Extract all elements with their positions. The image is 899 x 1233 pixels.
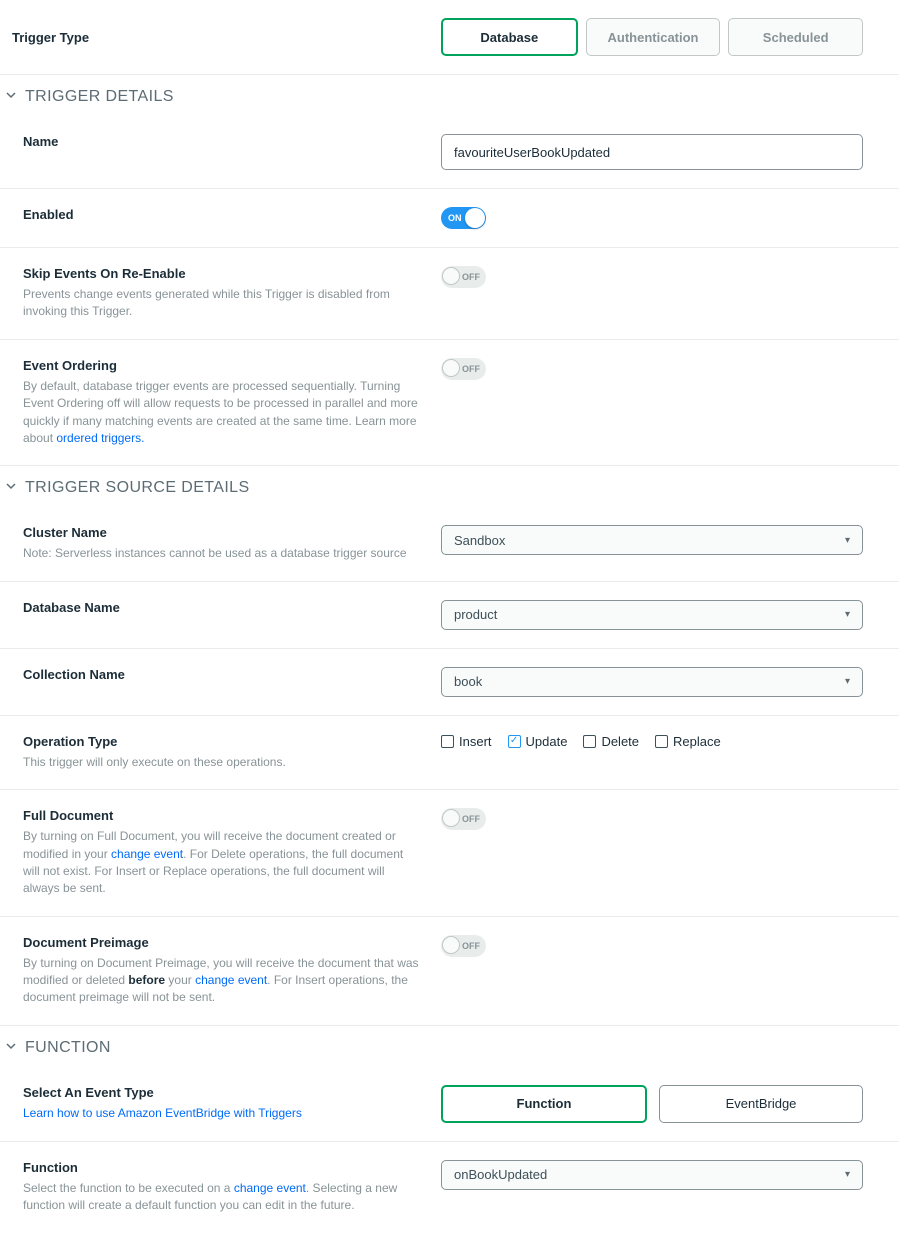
- section-trigger-details[interactable]: TRIGGER DETAILS: [0, 75, 899, 116]
- skip-events-desc: Prevents change events generated while t…: [23, 286, 421, 321]
- op-insert[interactable]: Insert: [441, 734, 492, 749]
- enabled-label: Enabled: [23, 207, 74, 222]
- eventbridge-help-link[interactable]: Learn how to use Amazon EventBridge with…: [23, 1106, 302, 1120]
- section-function[interactable]: FUNCTION: [0, 1026, 899, 1067]
- trigger-type-authentication[interactable]: Authentication: [586, 18, 721, 56]
- caret-down-icon: ▾: [845, 535, 850, 546]
- toggle-knob: [442, 809, 460, 827]
- ordered-triggers-link[interactable]: ordered triggers.: [56, 431, 144, 445]
- event-type-eventbridge[interactable]: EventBridge: [659, 1085, 863, 1123]
- caret-down-icon: ▾: [845, 676, 850, 687]
- function-desc: Select the function to be executed on a …: [23, 1180, 421, 1215]
- name-input[interactable]: [441, 134, 863, 170]
- row-skip-events: Skip Events On Re-Enable Prevents change…: [0, 248, 899, 340]
- row-operation-type: Operation Type This trigger will only ex…: [0, 716, 899, 790]
- select-value: product: [454, 607, 497, 622]
- full-document-label: Full Document: [23, 808, 421, 823]
- op-delete[interactable]: Delete: [583, 734, 639, 749]
- section-title: FUNCTION: [25, 1039, 111, 1057]
- trigger-type-row: Trigger Type Database Authentication Sch…: [0, 0, 899, 75]
- toggle-off-text: OFF: [462, 272, 480, 282]
- change-event-link[interactable]: change event: [111, 847, 183, 861]
- function-select[interactable]: onBookUpdated ▾: [441, 1160, 863, 1190]
- select-value: Sandbox: [454, 533, 505, 548]
- database-label: Database Name: [23, 600, 421, 615]
- preimage-toggle[interactable]: OFF: [441, 935, 486, 957]
- checkbox-checked-icon: ✓: [508, 735, 521, 748]
- row-name: Name: [0, 116, 899, 189]
- chevron-down-icon: [5, 479, 17, 497]
- toggle-off-text: OFF: [462, 814, 480, 824]
- cluster-label: Cluster Name: [23, 525, 421, 540]
- select-value: onBookUpdated: [454, 1167, 547, 1182]
- chevron-down-icon: [5, 1039, 17, 1057]
- collection-label: Collection Name: [23, 667, 421, 682]
- skip-events-toggle[interactable]: OFF: [441, 266, 486, 288]
- full-document-desc: By turning on Full Document, you will re…: [23, 828, 421, 898]
- toggle-knob: [442, 267, 460, 285]
- row-enabled: Enabled ON: [0, 189, 899, 248]
- preimage-desc: By turning on Document Preimage, you wil…: [23, 955, 421, 1007]
- checkbox-icon: [441, 735, 454, 748]
- cluster-note: Note: Serverless instances cannot be use…: [23, 545, 421, 562]
- caret-down-icon: ▾: [845, 1169, 850, 1180]
- operation-desc: This trigger will only execute on these …: [23, 754, 421, 771]
- toggle-off-text: OFF: [462, 364, 480, 374]
- row-collection: Collection Name book ▾: [0, 649, 899, 716]
- operation-label: Operation Type: [23, 734, 421, 749]
- section-title: TRIGGER DETAILS: [25, 88, 174, 106]
- database-select[interactable]: product ▾: [441, 600, 863, 630]
- chevron-down-icon: [5, 88, 17, 106]
- caret-down-icon: ▾: [845, 609, 850, 620]
- row-function: Function Select the function to be execu…: [0, 1142, 899, 1233]
- select-value: book: [454, 674, 482, 689]
- checkbox-icon: [655, 735, 668, 748]
- cluster-select[interactable]: Sandbox ▾: [441, 525, 863, 555]
- checkbox-icon: [583, 735, 596, 748]
- row-event-type: Select An Event Type Learn how to use Am…: [0, 1067, 899, 1142]
- row-cluster: Cluster Name Note: Serverless instances …: [0, 507, 899, 581]
- toggle-knob: [442, 359, 460, 377]
- op-update[interactable]: ✓Update: [508, 734, 568, 749]
- preimage-label: Document Preimage: [23, 935, 421, 950]
- function-label: Function: [23, 1160, 421, 1175]
- section-trigger-source[interactable]: TRIGGER SOURCE DETAILS: [0, 466, 899, 507]
- full-document-toggle[interactable]: OFF: [441, 808, 486, 830]
- trigger-type-database[interactable]: Database: [441, 18, 578, 56]
- toggle-knob: [442, 936, 460, 954]
- event-ordering-toggle[interactable]: OFF: [441, 358, 486, 380]
- section-title: TRIGGER SOURCE DETAILS: [25, 479, 250, 497]
- event-ordering-desc: By default, database trigger events are …: [23, 378, 421, 448]
- change-event-link[interactable]: change event: [234, 1181, 306, 1195]
- operation-checkboxes: Insert ✓Update Delete Replace: [441, 734, 863, 749]
- skip-events-label: Skip Events On Re-Enable: [23, 266, 421, 281]
- event-type-function[interactable]: Function: [441, 1085, 647, 1123]
- toggle-knob: [465, 208, 485, 228]
- enabled-toggle[interactable]: ON: [441, 207, 486, 229]
- change-event-link[interactable]: change event: [195, 973, 267, 987]
- row-database: Database Name product ▾: [0, 582, 899, 649]
- event-ordering-label: Event Ordering: [23, 358, 421, 373]
- collection-select[interactable]: book ▾: [441, 667, 863, 697]
- row-event-ordering: Event Ordering By default, database trig…: [0, 340, 899, 467]
- row-full-document: Full Document By turning on Full Documen…: [0, 790, 899, 917]
- trigger-type-label: Trigger Type: [12, 30, 89, 45]
- toggle-on-text: ON: [448, 213, 462, 223]
- toggle-off-text: OFF: [462, 941, 480, 951]
- event-type-label: Select An Event Type: [23, 1085, 421, 1100]
- name-label: Name: [23, 134, 58, 149]
- op-replace[interactable]: Replace: [655, 734, 721, 749]
- trigger-type-scheduled[interactable]: Scheduled: [728, 18, 863, 56]
- row-preimage: Document Preimage By turning on Document…: [0, 917, 899, 1026]
